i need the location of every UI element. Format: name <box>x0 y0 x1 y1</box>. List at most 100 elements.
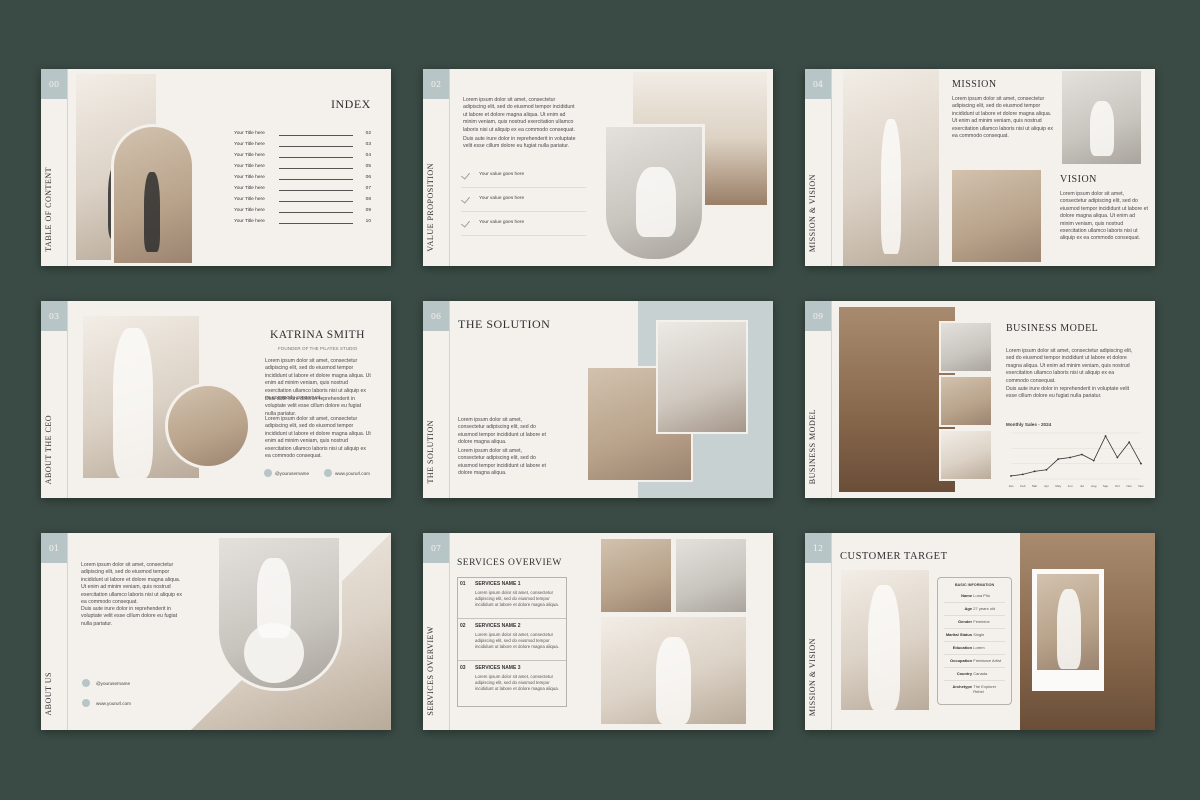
index-row[interactable]: Your Title here 04 <box>234 151 371 162</box>
about-url-link[interactable]: www.yoururl.com <box>96 701 131 706</box>
yoga-pose-photo <box>603 124 705 262</box>
x-tick-label: Feb <box>1020 484 1026 488</box>
value-list: Your value goes here Your value goes her… <box>461 164 586 239</box>
service-name: SERVICES NAME 3 <box>475 665 521 671</box>
slide-side-label: BUSINESS MODEL <box>808 408 817 484</box>
index-item-label: Your Title here <box>234 219 265 224</box>
about-paragraph-1: Lorem ipsum dolor sit amet, consectetur … <box>81 562 182 606</box>
value-item[interactable]: Your value goes here <box>461 164 586 188</box>
ceo-username-link[interactable]: @yourusername <box>275 471 309 476</box>
index-list: Your Title here 02 Your Title here 03 Your… <box>234 129 371 229</box>
info-field: Gender Feminine <box>944 617 1005 629</box>
ceo-name: KATRINA SMITH <box>270 329 365 341</box>
slide-number: 07 <box>423 533 449 563</box>
slide-business-model: 09 BUSINESS MODEL BUSINESS MODEL Lorem i… <box>805 301 1155 498</box>
index-row[interactable]: Your Title here 07 <box>234 184 371 195</box>
slide-side-label: MISSION & VISION <box>808 173 817 252</box>
service-name: SERVICES NAME 1 <box>475 581 521 587</box>
service-item[interactable]: 01 SERVICES NAME 1 Lorem ipsum dolor sit a… <box>458 578 566 619</box>
data-point <box>1021 473 1024 476</box>
solution-paragraph-1: Lorem ipsum dolor sit amet, consectetur … <box>458 417 546 446</box>
service-item[interactable]: 02 SERVICES NAME 2 Lorem ipsum dolor sit a… <box>458 620 566 661</box>
divider <box>279 190 353 191</box>
data-point <box>1140 462 1142 465</box>
index-row[interactable]: Your Title here 06 <box>234 173 371 184</box>
ceo-paragraph-3: Lorem ipsum dolor sit amet, consectetur … <box>265 416 371 460</box>
index-item-label: Your Title here <box>234 186 265 191</box>
service-number: 03 <box>460 665 466 671</box>
index-row[interactable]: Your Title here 09 <box>234 206 371 217</box>
customer-photo <box>841 570 929 710</box>
woman-figure <box>1090 101 1114 156</box>
ball-exercise-photo <box>216 535 342 691</box>
data-point <box>1116 456 1119 459</box>
index-item-num: 06 <box>365 175 371 180</box>
woman-figure <box>868 585 900 710</box>
bend-pose-photo <box>676 539 746 612</box>
x-tick-label: May <box>1055 484 1061 488</box>
standing-woman-photo <box>843 69 939 266</box>
sales-line-chart: Jan Feb Mar Apr May Jun Jul Aug Sep Oct Nov Dec <box>1009 432 1144 488</box>
sales-series-line <box>1010 435 1142 477</box>
index-item-num: 02 <box>365 131 371 136</box>
divider <box>279 135 353 136</box>
field-value: Feminine <box>973 619 990 624</box>
ball-legs-photo <box>601 539 671 612</box>
about-username-link[interactable]: @yourusername <box>96 681 130 686</box>
value-item[interactable]: Your value goes here <box>461 212 586 236</box>
slide-side-label: ABOUT THE CEO <box>44 414 53 484</box>
slide-number: 03 <box>41 301 67 331</box>
slide-number: 00 <box>41 69 67 99</box>
index-item-num: 04 <box>365 153 371 158</box>
index-row[interactable]: Your Title here 10 <box>234 217 371 228</box>
slide-side-label: VALUE PROPOSITION <box>426 163 435 252</box>
value-paragraph-1: Lorem ipsum dolor sit amet, consectetur … <box>463 97 575 133</box>
index-item-num: 07 <box>365 186 371 191</box>
data-point <box>1069 456 1071 459</box>
index-row[interactable]: Your Title here 03 <box>234 140 371 151</box>
field-key: Age <box>964 606 973 611</box>
x-tick-label: Aug <box>1091 484 1097 488</box>
field-value: Canada <box>973 671 988 676</box>
slide-sidebar: 04 MISSION & VISION <box>805 69 832 266</box>
x-tick-label: Jul <box>1080 484 1084 488</box>
field-key: Name <box>961 593 973 598</box>
index-row[interactable]: Your Title here 02 <box>234 129 371 140</box>
field-value: 27 years old <box>973 606 996 611</box>
woman-figure <box>881 119 901 254</box>
data-point <box>1092 459 1095 462</box>
service-item[interactable]: 03 SERVICES NAME 3 Lorem ipsum dolor sit a… <box>458 662 566 702</box>
slide-sidebar: 03 ABOUT THE CEO <box>41 301 68 498</box>
solution-paragraph-2: Lorem ipsum dolor sit amet, consectetur … <box>458 448 546 477</box>
value-item-label: Your value goes here <box>479 196 525 201</box>
slide-number: 12 <box>805 533 831 563</box>
info-field: Country Canada <box>944 669 1005 681</box>
solution-title: THE SOLUTION <box>458 317 551 331</box>
divider <box>279 168 353 169</box>
field-key: Occupation <box>950 658 973 663</box>
index-row[interactable]: Your Title here 05 <box>234 162 371 173</box>
data-point <box>1010 475 1012 477</box>
data-point <box>1033 470 1036 473</box>
info-field: Name Luna Pilo <box>944 591 1005 603</box>
customer-title: CUSTOMER TARGET <box>840 551 948 562</box>
index-row[interactable]: Your Title here 08 <box>234 195 371 206</box>
side-photo-2 <box>939 375 993 427</box>
value-item[interactable]: Your value goes here <box>461 188 586 212</box>
class-photo <box>656 320 748 434</box>
woman-figure <box>144 172 160 252</box>
instagram-icon <box>264 469 272 477</box>
slide-sidebar: 02 VALUE PROPOSITION <box>423 69 450 266</box>
slide-side-label: MISSION & VISION <box>808 637 817 716</box>
studio-interior-photo <box>839 307 955 492</box>
info-field: Education Lorem <box>944 643 1005 655</box>
services-list: 01 SERVICES NAME 1 Lorem ipsum dolor sit a… <box>457 577 567 707</box>
mirror-room-photo <box>952 170 1041 262</box>
field-value: Luna Pilo <box>973 593 990 598</box>
mission-text: Lorem ipsum dolor sit amet, consectetur … <box>952 96 1053 140</box>
ceo-url-link[interactable]: www.yoururl.com <box>335 471 370 476</box>
slide-sidebar: 12 MISSION & VISION <box>805 533 832 730</box>
woman-figure <box>1057 589 1081 669</box>
field-key: Education <box>952 645 973 650</box>
service-name: SERVICES NAME 2 <box>475 623 521 629</box>
